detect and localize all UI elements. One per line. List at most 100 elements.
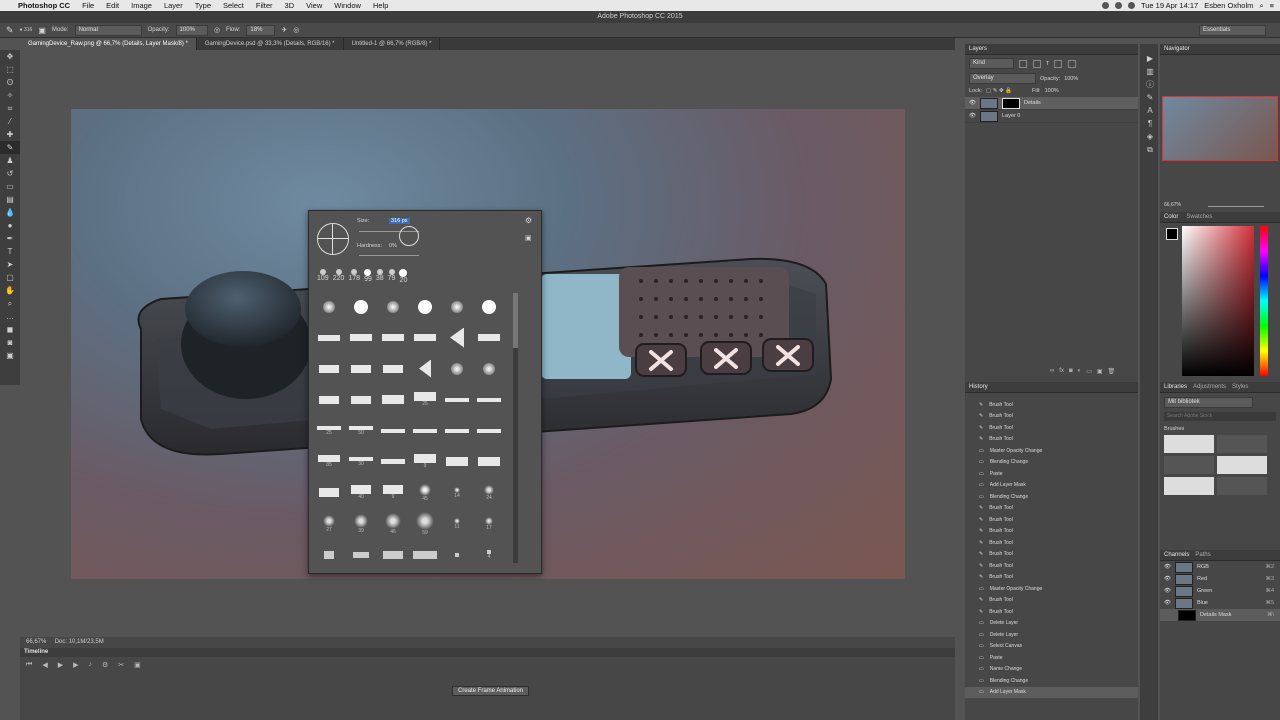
flow-field[interactable]: 18% <box>246 24 276 36</box>
brush-preset[interactable]: 39 <box>345 508 377 539</box>
brush-preset[interactable] <box>409 291 441 322</box>
brush-preset[interactable] <box>377 446 409 477</box>
recent-brush[interactable]: 99 <box>364 269 372 284</box>
brush-tip-preview[interactable] <box>317 223 349 255</box>
brush-preset[interactable]: 30 <box>345 446 377 477</box>
visibility-eye-icon[interactable]: 👁 <box>1164 600 1171 606</box>
recent-brush[interactable]: 178 <box>348 269 360 284</box>
brush-preset[interactable]: 85 <box>313 446 345 477</box>
play-icon[interactable]: ▶ <box>58 661 63 669</box>
history-item[interactable]: ✎ Brush Tool <box>965 503 1138 515</box>
menu-3d[interactable]: 3D <box>279 1 301 10</box>
menu-file[interactable]: File <box>76 1 100 10</box>
menu-layer[interactable]: Layer <box>158 1 189 10</box>
gradient-tool-icon[interactable]: ▤ <box>0 193 20 206</box>
history-item[interactable]: ▭ Name Change <box>965 664 1138 676</box>
history-item[interactable]: ▭ Master Opacity Change <box>965 445 1138 457</box>
brush-tool-icon[interactable]: ✎ <box>0 141 20 154</box>
history-item[interactable]: ✎ Brush Tool <box>965 411 1138 423</box>
brush-preset[interactable] <box>313 353 345 384</box>
brush-preset[interactable] <box>377 384 409 415</box>
library-brush[interactable] <box>1217 435 1267 453</box>
layer-name[interactable]: Details <box>1024 100 1041 106</box>
channel-row[interactable]: 👁 Red ⌘3 <box>1160 573 1280 585</box>
visibility-eye-icon[interactable]: 👁 <box>969 113 976 119</box>
blend-mode-dropdown[interactable]: Overlay <box>969 73 1036 84</box>
visibility-eye-icon[interactable]: 👁 <box>1164 576 1171 582</box>
brush-preset[interactable]: 46 <box>377 508 409 539</box>
menu-help[interactable]: Help <box>367 1 394 10</box>
tab-channels[interactable]: Channels <box>1164 550 1189 560</box>
brush-preset[interactable] <box>409 539 441 570</box>
brush-preset[interactable]: 24 <box>473 477 505 508</box>
brush-preset[interactable]: 25 <box>409 384 441 415</box>
brush-preset[interactable] <box>377 291 409 322</box>
brush-preset[interactable] <box>345 291 377 322</box>
tab-doc-1[interactable]: GamingDevice_Raw.png @ 66,7% (Details, L… <box>20 38 197 50</box>
brush-preset[interactable] <box>441 415 473 446</box>
brush-preset[interactable] <box>409 415 441 446</box>
brush-panel-icon[interactable]: ✎ <box>1140 91 1160 104</box>
path-select-tool-icon[interactable]: ➤ <box>0 258 20 271</box>
brush-preset[interactable] <box>377 415 409 446</box>
color-field[interactable] <box>1182 226 1254 376</box>
brush-preset[interactable]: 59 <box>409 508 441 539</box>
channel-row[interactable]: 👁 Blue ⌘5 <box>1160 597 1280 609</box>
tab-color[interactable]: Color <box>1164 212 1178 222</box>
layer-row-details[interactable]: 👁 Details <box>965 97 1138 110</box>
pressure-opacity-icon[interactable]: ◎ <box>214 26 220 34</box>
brush-preset[interactable]: 17 <box>473 508 505 539</box>
history-item[interactable]: ▭ Delete Layer <box>965 629 1138 641</box>
visibility-eye-icon[interactable]: 👁 <box>969 100 976 106</box>
brush-preset[interactable] <box>441 384 473 415</box>
clone-source-icon[interactable]: ⧉ <box>1140 143 1160 156</box>
split-icon[interactable]: ✂ <box>118 661 124 669</box>
navigator-zoom-slider[interactable] <box>1208 206 1264 207</box>
history-brush-tool-icon[interactable]: ↺ <box>0 167 20 180</box>
tab-libraries[interactable]: Libraries <box>1164 382 1187 392</box>
history-item[interactable]: ✎ Brush Tool <box>965 514 1138 526</box>
filter-shape-icon[interactable] <box>1054 59 1063 68</box>
menu-view[interactable]: View <box>300 1 328 10</box>
brush-preset[interactable] <box>473 446 505 477</box>
lock-icons[interactable]: ▢ ✎ ✥ 🔒 <box>986 88 1012 94</box>
tab-swatches[interactable]: Swatches <box>1186 212 1212 222</box>
history-item[interactable]: ▭ Delete Layer <box>965 618 1138 630</box>
fx-icon[interactable]: fx <box>1059 368 1064 375</box>
brush-preset[interactable] <box>409 322 441 353</box>
history-item[interactable]: ✎ Brush Tool <box>965 537 1138 549</box>
brush-preset-picker-popup[interactable]: Size: 316 px Hardness: 0% ⚙ ▣ 109 220 17… <box>308 210 542 574</box>
history-panel-title[interactable]: History <box>965 382 1138 393</box>
create-frame-animation-button[interactable]: Create Frame Animation <box>452 686 530 696</box>
history-item[interactable]: ✎ Brush Tool <box>965 572 1138 584</box>
status-icon[interactable] <box>1114 2 1122 9</box>
layers-panel-title[interactable]: Layers <box>965 44 1138 55</box>
brush-preset[interactable]: 14 <box>441 477 473 508</box>
eyedropper-tool-icon[interactable]: ⁄ <box>0 115 20 128</box>
brush-preset[interactable] <box>345 384 377 415</box>
navigator-zoom[interactable]: 66,67% <box>1164 202 1181 208</box>
brush-preset[interactable] <box>409 353 441 384</box>
histogram-icon[interactable]: ▥ <box>1140 65 1160 78</box>
menu-filter[interactable]: Filter <box>250 1 279 10</box>
search-icon[interactable]: ⌕ <box>1259 1 1263 11</box>
character-icon[interactable]: A <box>1140 104 1160 117</box>
blur-tool-icon[interactable]: 💧 <box>0 206 20 219</box>
brush-tool-icon[interactable]: ✎ <box>6 25 14 36</box>
tab-paths[interactable]: Paths <box>1195 550 1210 560</box>
mode-dropdown[interactable]: Normal <box>74 24 142 36</box>
color-swatches-icon[interactable]: ◼ <box>0 323 20 336</box>
filter-smart-icon[interactable] <box>1068 59 1077 68</box>
recent-brush[interactable]: 109 <box>317 269 329 284</box>
healing-tool-icon[interactable]: ✚ <box>0 128 20 141</box>
fill-value[interactable]: 100% <box>1045 88 1059 94</box>
filter-pixel-icon[interactable] <box>1019 59 1027 68</box>
move-tool-icon[interactable]: ✥ <box>0 50 20 63</box>
recent-brush[interactable]: 79 <box>388 269 395 284</box>
history-item[interactable]: ▭ Blending Change <box>965 491 1138 503</box>
audio-icon[interactable]: ♪ <box>88 661 92 669</box>
paragraph-icon[interactable]: ¶ <box>1140 117 1160 130</box>
prev-frame-icon[interactable]: ◀ <box>42 661 47 669</box>
opacity-field[interactable]: 100% <box>175 24 208 36</box>
tab-adjustments[interactable]: Adjustments <box>1193 382 1226 392</box>
